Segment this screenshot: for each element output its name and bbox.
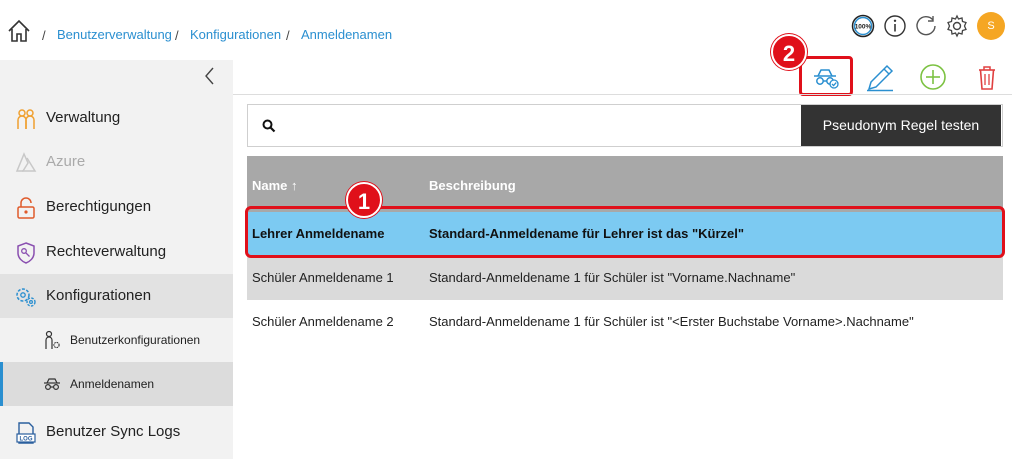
user-config-icon bbox=[45, 330, 60, 349]
table-row[interactable]: Schüler Anmeldename 2 Standard-Anmeldena… bbox=[247, 300, 1003, 344]
sidebar-subitem-label: Anmeldenamen bbox=[70, 377, 155, 391]
breadcrumb-konfigurationen[interactable]: Konfigurationen bbox=[190, 27, 281, 42]
edit-icon[interactable] bbox=[863, 62, 897, 92]
search-icon bbox=[262, 119, 276, 133]
log-icon: LOG bbox=[16, 422, 36, 444]
breadcrumb-separator: / bbox=[175, 28, 179, 43]
sidebar-item-label: Benutzer Sync Logs bbox=[46, 423, 181, 440]
column-header-name[interactable]: Name ↑ bbox=[252, 178, 298, 193]
sidebar: Verwaltung Azure Berechtigungen Rechteve… bbox=[0, 60, 233, 459]
breadcrumb-separator: / bbox=[42, 28, 46, 43]
sidebar-item-berechtigungen[interactable]: Berechtigungen bbox=[0, 185, 233, 229]
sidebar-subitem-anmeldenamen[interactable]: Anmeldenamen bbox=[0, 362, 233, 406]
sidebar-item-benutzer-sync-logs[interactable]: LOG Benutzer Sync Logs bbox=[0, 410, 233, 454]
top-header: / Benutzerverwaltung / Konfigurationen /… bbox=[0, 0, 1012, 60]
azure-icon bbox=[15, 152, 37, 172]
sidebar-item-verwaltung[interactable]: Verwaltung bbox=[0, 96, 233, 140]
info-icon[interactable] bbox=[883, 14, 907, 38]
svg-text:LOG: LOG bbox=[20, 437, 33, 443]
refresh-icon[interactable] bbox=[914, 14, 938, 38]
sidebar-subitem-benutzerkonfigurationen[interactable]: Benutzerkonfigurationen bbox=[0, 318, 233, 362]
table-row[interactable]: Schüler Anmeldename 1 Standard-Anmeldena… bbox=[247, 256, 1003, 300]
sidebar-item-label: Rechteverwaltung bbox=[46, 243, 167, 260]
pseudonym-icon bbox=[44, 378, 60, 391]
column-header-beschreibung[interactable]: Beschreibung bbox=[429, 178, 516, 193]
sidebar-item-label: Azure bbox=[46, 153, 86, 170]
zoom-level-label: 100% bbox=[855, 24, 872, 31]
shield-key-icon bbox=[17, 242, 35, 264]
delete-icon[interactable] bbox=[970, 62, 1004, 92]
breadcrumb-separator: / bbox=[286, 28, 290, 43]
chevron-left-icon[interactable] bbox=[202, 66, 218, 86]
breadcrumb-benutzerverwaltung[interactable]: Benutzerverwaltung bbox=[57, 27, 172, 42]
sidebar-item-azure[interactable]: Azure bbox=[0, 140, 233, 184]
sidebar-item-label: Berechtigungen bbox=[46, 198, 152, 215]
sidebar-item-konfigurationen[interactable]: Konfigurationen bbox=[0, 274, 233, 318]
sidebar-item-label: Verwaltung bbox=[46, 109, 121, 126]
zoom-level-icon[interactable]: 100% bbox=[851, 14, 875, 38]
row-description: Standard-Anmeldename 1 für Schüler ist "… bbox=[429, 314, 914, 329]
sidebar-item-rechteverwaltung[interactable]: Rechteverwaltung bbox=[0, 230, 233, 274]
sidebar-item-label: Konfigurationen bbox=[46, 287, 152, 304]
gear-icon[interactable] bbox=[945, 14, 969, 38]
row-description: Standard-Anmeldename 1 für Schüler ist "… bbox=[429, 270, 796, 285]
pseudonym-test-icon[interactable] bbox=[809, 62, 843, 92]
lock-icon bbox=[17, 197, 35, 219]
search-input[interactable] bbox=[288, 111, 788, 141]
annotation-badge-2: 2 bbox=[771, 34, 807, 70]
annotation-badge-1: 1 bbox=[346, 182, 382, 218]
row-name: Schüler Anmeldename 1 bbox=[252, 270, 394, 285]
row-name: Schüler Anmeldename 2 bbox=[252, 314, 394, 329]
users-icon bbox=[17, 109, 35, 129]
add-icon[interactable] bbox=[916, 62, 950, 92]
gears-icon bbox=[16, 288, 36, 307]
user-avatar[interactable]: S bbox=[977, 12, 1005, 40]
breadcrumb-anmeldenamen[interactable]: Anmeldenamen bbox=[301, 27, 392, 42]
search-bar: Pseudonym Regel testen bbox=[247, 104, 1003, 147]
toolbar-divider bbox=[233, 94, 1012, 95]
main-content: Pseudonym Regel testen Name ↑ Beschreibu… bbox=[233, 56, 1012, 459]
pseudonym-test-button[interactable]: Pseudonym Regel testen bbox=[801, 105, 1001, 146]
sidebar-subitem-label: Benutzerkonfigurationen bbox=[70, 333, 201, 347]
home-icon[interactable] bbox=[6, 18, 32, 44]
